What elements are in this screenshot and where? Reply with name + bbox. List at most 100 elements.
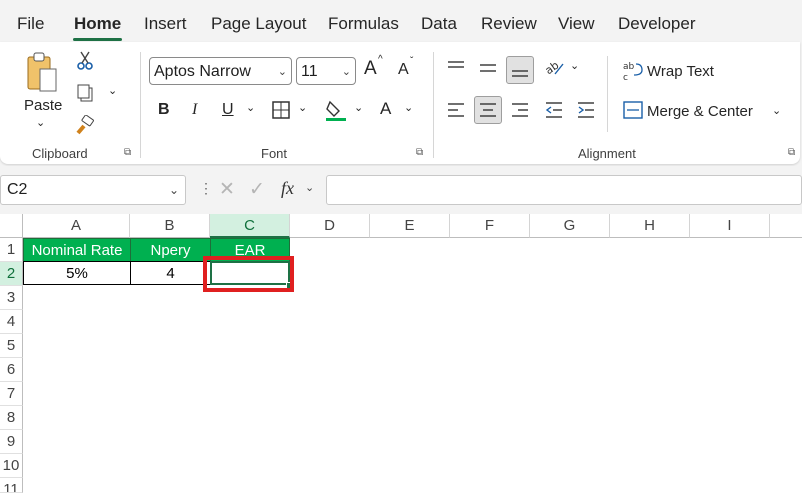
row-header[interactable]: 8: [0, 406, 23, 430]
function-dropdown-icon[interactable]: ⌄: [305, 181, 314, 194]
enter-icon[interactable]: ✓: [249, 178, 265, 201]
row-header[interactable]: 6: [0, 358, 23, 382]
group-separator: [607, 56, 608, 132]
italic-button[interactable]: I: [192, 101, 197, 119]
underline-dropdown-icon[interactable]: ⌄: [246, 101, 255, 114]
underline-button[interactable]: U: [222, 101, 234, 119]
tab-home[interactable]: Home: [74, 14, 121, 34]
cell-A2[interactable]: 5%: [23, 261, 131, 285]
font-family-select[interactable]: Aptos Narrow ⌄: [149, 57, 292, 85]
row-header[interactable]: 1: [0, 238, 23, 262]
column-header[interactable]: [770, 214, 802, 238]
shrink-font-button[interactable]: A: [398, 61, 409, 79]
group-separator: [433, 52, 434, 158]
grow-font-button[interactable]: A: [364, 58, 377, 80]
group-separator: [140, 52, 141, 158]
orientation-dropdown-icon[interactable]: ⌄: [570, 59, 579, 72]
align-left-icon[interactable]: [444, 98, 468, 122]
name-box[interactable]: C2 ⌄: [0, 175, 186, 205]
paste-dropdown-icon[interactable]: ⌄: [36, 116, 45, 129]
cell-A1[interactable]: Nominal Rate: [23, 238, 131, 262]
tab-review[interactable]: Review: [481, 14, 537, 34]
tab-file[interactable]: File: [17, 14, 44, 34]
clipboard-launcher-icon[interactable]: ⧉: [124, 148, 134, 158]
tab-insert[interactable]: Insert: [144, 14, 187, 34]
column-header[interactable]: I: [690, 214, 770, 238]
svg-text:ab: ab: [623, 62, 635, 72]
formula-bar-area: C2 ⌄ ⋮ ✕ ✓ fx ⌄: [0, 166, 802, 214]
formula-input[interactable]: [326, 175, 802, 205]
row-header-selected[interactable]: 2: [0, 262, 23, 286]
column-header[interactable]: F: [450, 214, 530, 238]
column-header[interactable]: A: [23, 214, 130, 238]
worksheet-grid[interactable]: A B C D E F G H I 1 2 3 4 5 6 7 8 9 10 1…: [0, 214, 802, 493]
clipboard-group-label: Clipboard: [32, 146, 88, 161]
font-launcher-icon[interactable]: ⧉: [416, 148, 426, 158]
active-tab-indicator: [73, 38, 122, 41]
align-bottom-icon[interactable]: [506, 56, 534, 84]
column-header[interactable]: D: [290, 214, 370, 238]
bold-button[interactable]: B: [158, 101, 170, 119]
svg-text:c: c: [623, 73, 628, 82]
font-color-button[interactable]: A: [380, 99, 391, 119]
tab-formulas[interactable]: Formulas: [328, 14, 399, 34]
alignment-group-label: Alignment: [578, 146, 636, 161]
chevron-down-icon: ⌄: [341, 66, 351, 78]
column-header[interactable]: E: [370, 214, 450, 238]
align-right-icon[interactable]: [508, 98, 532, 122]
cell-B1[interactable]: Npery: [130, 238, 211, 262]
more-options-icon[interactable]: ⋮: [199, 180, 213, 197]
paste-button[interactable]: Paste: [24, 97, 62, 114]
tab-page-layout[interactable]: Page Layout: [211, 14, 306, 34]
row-header[interactable]: 3: [0, 286, 23, 310]
grow-font-icon: ^: [378, 54, 383, 65]
merge-center-button[interactable]: Merge & Center: [647, 103, 753, 120]
copy-dropdown-icon[interactable]: ⌄: [108, 84, 117, 97]
align-top-icon[interactable]: [444, 56, 468, 80]
row-header[interactable]: 7: [0, 382, 23, 406]
ribbon-panel: Paste ⌄ ⌄ Clipboard ⧉ Aptos Narrow ⌄ 11 …: [0, 42, 800, 164]
row-header[interactable]: 4: [0, 310, 23, 334]
merge-center-icon[interactable]: [622, 100, 644, 120]
row-header[interactable]: 10: [0, 454, 23, 478]
column-header[interactable]: G: [530, 214, 610, 238]
font-size-value: 11: [301, 63, 318, 80]
menu-bar: File Home Insert Page Layout Formulas Da…: [0, 0, 802, 46]
select-all-corner[interactable]: [0, 214, 23, 238]
row-header[interactable]: 5: [0, 334, 23, 358]
paste-icon[interactable]: [22, 50, 62, 96]
column-header-selected[interactable]: C: [210, 214, 290, 238]
borders-icon[interactable]: [271, 100, 291, 120]
align-center-icon[interactable]: [474, 96, 502, 124]
cell-B2[interactable]: 4: [130, 261, 211, 285]
merge-dropdown-icon[interactable]: ⌄: [772, 104, 781, 117]
copy-icon[interactable]: [74, 82, 96, 104]
align-middle-icon[interactable]: [476, 56, 500, 80]
wrap-text-button[interactable]: Wrap Text: [647, 63, 714, 80]
wrap-text-icon[interactable]: ab c: [622, 60, 644, 82]
increase-indent-icon[interactable]: [574, 98, 598, 122]
alignment-launcher-icon[interactable]: ⧉: [788, 148, 798, 158]
column-header[interactable]: H: [610, 214, 690, 238]
orientation-icon[interactable]: ab: [542, 56, 566, 80]
row-header[interactable]: 9: [0, 430, 23, 454]
format-painter-icon[interactable]: [74, 114, 96, 136]
cancel-icon[interactable]: ✕: [219, 178, 235, 201]
name-box-value: C2: [7, 181, 28, 198]
tab-view[interactable]: View: [558, 14, 595, 34]
font-color-dropdown-icon[interactable]: ⌄: [404, 101, 413, 114]
insert-function-button[interactable]: fx: [281, 178, 294, 199]
fill-color-icon[interactable]: [324, 98, 348, 122]
tab-data[interactable]: Data: [421, 14, 457, 34]
fill-color-dropdown-icon[interactable]: ⌄: [354, 101, 363, 114]
decrease-indent-icon[interactable]: [542, 98, 566, 122]
row-header[interactable]: 11: [0, 478, 23, 493]
highlight-box: [203, 256, 294, 292]
borders-dropdown-icon[interactable]: ⌄: [298, 101, 307, 114]
svg-text:ab: ab: [543, 59, 561, 78]
column-header[interactable]: B: [130, 214, 210, 238]
tab-developer[interactable]: Developer: [618, 14, 696, 34]
chevron-down-icon: ⌄: [168, 183, 179, 197]
cut-icon[interactable]: [74, 50, 96, 72]
font-size-select[interactable]: 11 ⌄: [296, 57, 356, 85]
